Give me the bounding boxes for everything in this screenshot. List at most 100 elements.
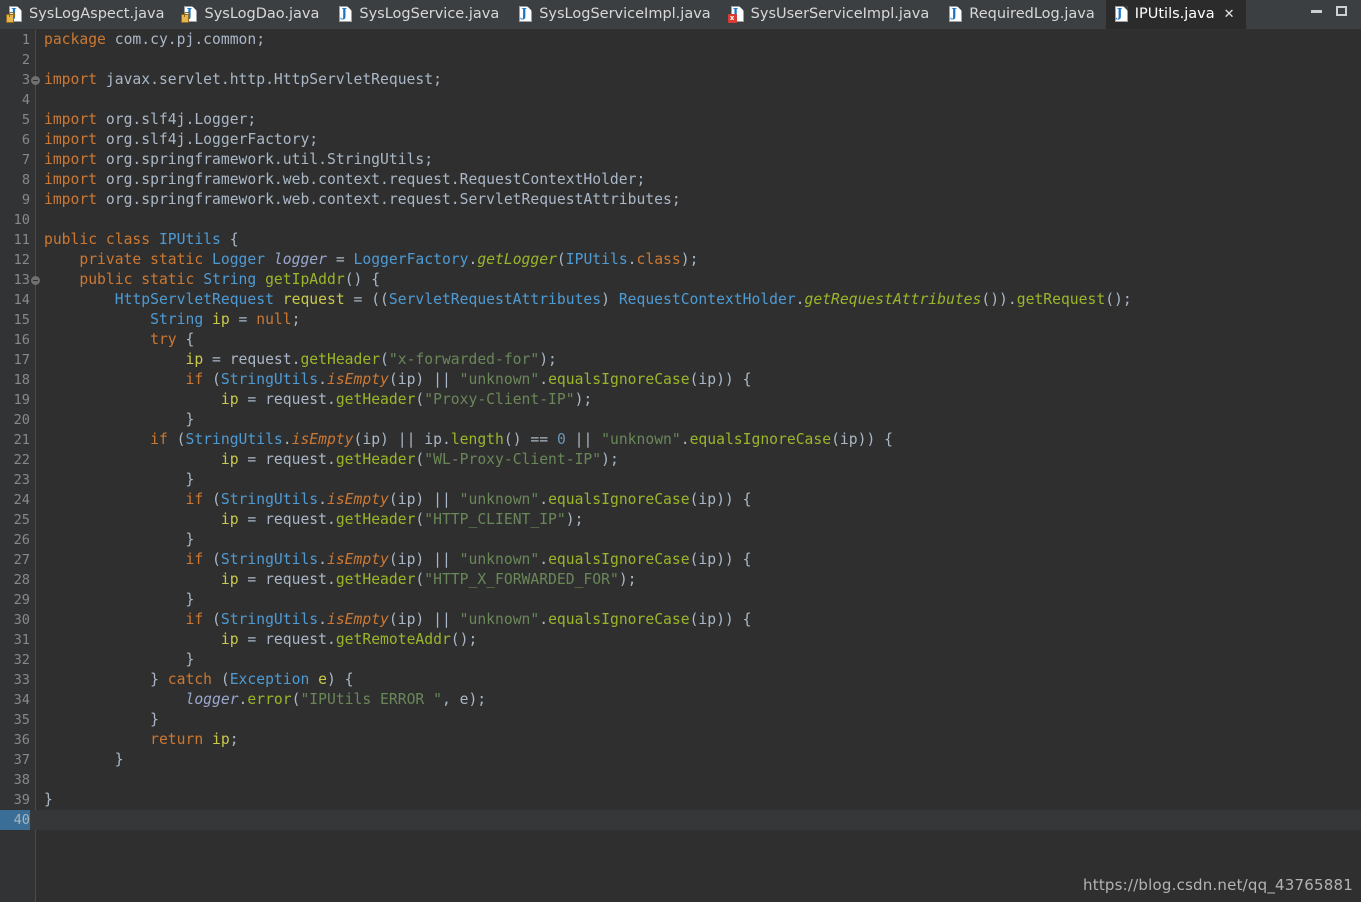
line-number: 39 [13, 792, 30, 808]
code-line-text: if (StringUtils.isEmpty(ip) || ip.length… [150, 431, 893, 448]
code-line[interactable]: 11 public class IPUtils { [0, 230, 1361, 250]
code-line[interactable]: 34 logger.error("IPUtils ERROR ", e); [0, 690, 1361, 710]
code-line-text: ip = request.getHeader("x-forwarded-for"… [185, 351, 557, 368]
code-line[interactable]: 8 import org.springframework.web.context.… [0, 170, 1361, 190]
code-line-text: if (StringUtils.isEmpty(ip) || "unknown"… [185, 611, 752, 628]
code-line[interactable]: 27 if (StringUtils.isEmpty(ip) || "unkno… [0, 550, 1361, 570]
close-icon[interactable]: ✕ [1224, 7, 1235, 22]
watermark-text: https://blog.csdn.net/qq_43765881 [1083, 876, 1353, 894]
java-file-locked-icon: J [181, 6, 198, 23]
line-number: 21 [13, 432, 30, 448]
code-editor[interactable]: 1 package com.cy.pj.common; 2 3 import javax… [0, 30, 1361, 902]
code-line[interactable]: 38 [0, 770, 1361, 790]
line-number: 20 [13, 412, 30, 428]
code-line[interactable]: 14 HttpServletRequest request = ((Servle… [0, 290, 1361, 310]
code-line[interactable]: 17 ip = request.getHeader("x-forwarded-f… [0, 350, 1361, 370]
code-line[interactable]: 25 ip = request.getHeader("HTTP_CLIENT_I… [0, 510, 1361, 530]
code-line[interactable]: 30 if (StringUtils.isEmpty(ip) || "unkno… [0, 610, 1361, 630]
code-line[interactable]: 5 import org.slf4j.Logger; [0, 110, 1361, 130]
line-number: 29 [13, 592, 30, 608]
line-number: 12 [13, 252, 30, 268]
code-line[interactable]: 23 } [0, 470, 1361, 490]
line-number: 27 [13, 552, 30, 568]
editor-tab-syslogserviceimpl-java[interactable]: J SysLogServiceImpl.java [510, 0, 721, 29]
line-number: 18 [13, 372, 30, 388]
java-file-icon: J [1114, 6, 1128, 22]
line-number: 4 [21, 92, 30, 108]
editor-tab-syslogaspect-java[interactable]: J SysLogAspect.java [0, 0, 175, 29]
code-line[interactable]: 24 if (StringUtils.isEmpty(ip) || "unkno… [0, 490, 1361, 510]
line-number: 14 [13, 292, 30, 308]
line-number: 23 [13, 472, 30, 488]
editor-tab-sysuserserviceimpl-java[interactable]: Jx SysUserServiceImpl.java [722, 0, 941, 29]
editor-tab-label: SysLogAspect.java [29, 5, 165, 22]
fold-collapse-icon[interactable] [31, 76, 40, 85]
code-line[interactable]: 1 package com.cy.pj.common; [0, 30, 1361, 50]
code-line[interactable]: 33 } catch (Exception e) { [0, 670, 1361, 690]
code-line-text: public static String getIpAddr() { [79, 271, 381, 288]
code-line[interactable]: 21 if (StringUtils.isEmpty(ip) || ip.len… [0, 430, 1361, 450]
code-line-text: import org.springframework.util.StringUt… [44, 151, 434, 168]
code-line[interactable]: 4 [0, 90, 1361, 110]
line-number: 17 [13, 352, 30, 368]
code-line[interactable]: 7 import org.springframework.util.StringU… [0, 150, 1361, 170]
code-line[interactable]: 26 } [0, 530, 1361, 550]
code-line-text: ip = request.getHeader("HTTP_CLIENT_IP")… [220, 511, 584, 528]
code-line-text: } [44, 791, 53, 808]
editor-tab-syslogservice-java[interactable]: J SysLogService.java [330, 0, 510, 29]
code-line[interactable]: 22 ip = request.getHeader("WL-Proxy-Clie… [0, 450, 1361, 470]
code-line-text: } [44, 591, 195, 608]
code-line[interactable]: 18 if (StringUtils.isEmpty(ip) || "unkno… [0, 370, 1361, 390]
code-line[interactable]: 12 private static Logger logger = Logger… [0, 250, 1361, 270]
editor-tab-label: RequiredLog.java [969, 5, 1095, 22]
code-line[interactable]: 19 ip = request.getHeader("Proxy-Client-… [0, 390, 1361, 410]
code-line[interactable]: 39} [0, 790, 1361, 810]
code-line[interactable]: 31 ip = request.getRemoteAddr(); [0, 630, 1361, 650]
editor-tab-iputils-java[interactable]: J IPUtils.java ✕ [1105, 0, 1246, 29]
code-line[interactable]: 36 return ip; [0, 730, 1361, 750]
lock-badge-icon [6, 12, 15, 23]
code-line[interactable]: 13 public static String getIpAddr() { [0, 270, 1361, 290]
code-line[interactable]: 20 } [0, 410, 1361, 430]
code-line-text: ip = request.getRemoteAddr(); [220, 631, 478, 648]
code-line-text: ip = request.getHeader("HTTP_X_FORWARDED… [220, 571, 637, 588]
code-line-text: if (StringUtils.isEmpty(ip) || "unknown"… [185, 491, 752, 508]
line-number: 40 [0, 810, 30, 830]
code-line[interactable]: 2 [0, 50, 1361, 70]
minimize-button[interactable] [1311, 9, 1322, 13]
code-line[interactable]: 32 } [0, 650, 1361, 670]
line-number: 31 [13, 632, 30, 648]
code-line-text: import org.springframework.web.context.r… [44, 191, 681, 208]
line-number: 38 [13, 772, 30, 788]
maximize-button[interactable] [1336, 6, 1347, 16]
code-line-text: String ip = null; [150, 311, 301, 328]
line-number: 5 [21, 112, 30, 128]
window-controls [1295, 0, 1361, 29]
editor-tab-requiredlog-java[interactable]: J RequiredLog.java [940, 0, 1105, 29]
code-line[interactable]: 6 import org.slf4j.LoggerFactory; [0, 130, 1361, 150]
code-line-text: } catch (Exception e) { [44, 671, 354, 688]
line-number: 24 [13, 492, 30, 508]
code-line-text: public class IPUtils { [44, 231, 239, 248]
code-line[interactable]: 29 } [0, 590, 1361, 610]
code-line[interactable]: 40 [0, 810, 1361, 830]
line-number: 32 [13, 652, 30, 668]
code-text-area[interactable]: 1 package com.cy.pj.common; 2 3 import javax… [0, 30, 1361, 902]
line-number: 33 [13, 672, 30, 688]
line-number: 8 [21, 172, 30, 188]
code-line[interactable]: 15 String ip = null; [0, 310, 1361, 330]
code-line-text: return ip; [150, 731, 239, 748]
code-line-text: logger.error("IPUtils ERROR ", e); [185, 691, 487, 708]
code-line[interactable]: 16 try { [0, 330, 1361, 350]
editor-tab-syslogdao-java[interactable]: J SysLogDao.java [175, 0, 330, 29]
line-number: 35 [13, 712, 30, 728]
code-line[interactable]: 3 import javax.servlet.http.HttpServletRe… [0, 70, 1361, 90]
line-number: 37 [13, 752, 30, 768]
code-line[interactable]: 35 } [0, 710, 1361, 730]
code-line[interactable]: 28 ip = request.getHeader("HTTP_X_FORWAR… [0, 570, 1361, 590]
editor-tab-label: SysUserServiceImpl.java [750, 5, 930, 22]
fold-collapse-icon[interactable] [31, 276, 40, 285]
code-line[interactable]: 10 [0, 210, 1361, 230]
code-line[interactable]: 9 import org.springframework.web.context.… [0, 190, 1361, 210]
code-line[interactable]: 37 } [0, 750, 1361, 770]
